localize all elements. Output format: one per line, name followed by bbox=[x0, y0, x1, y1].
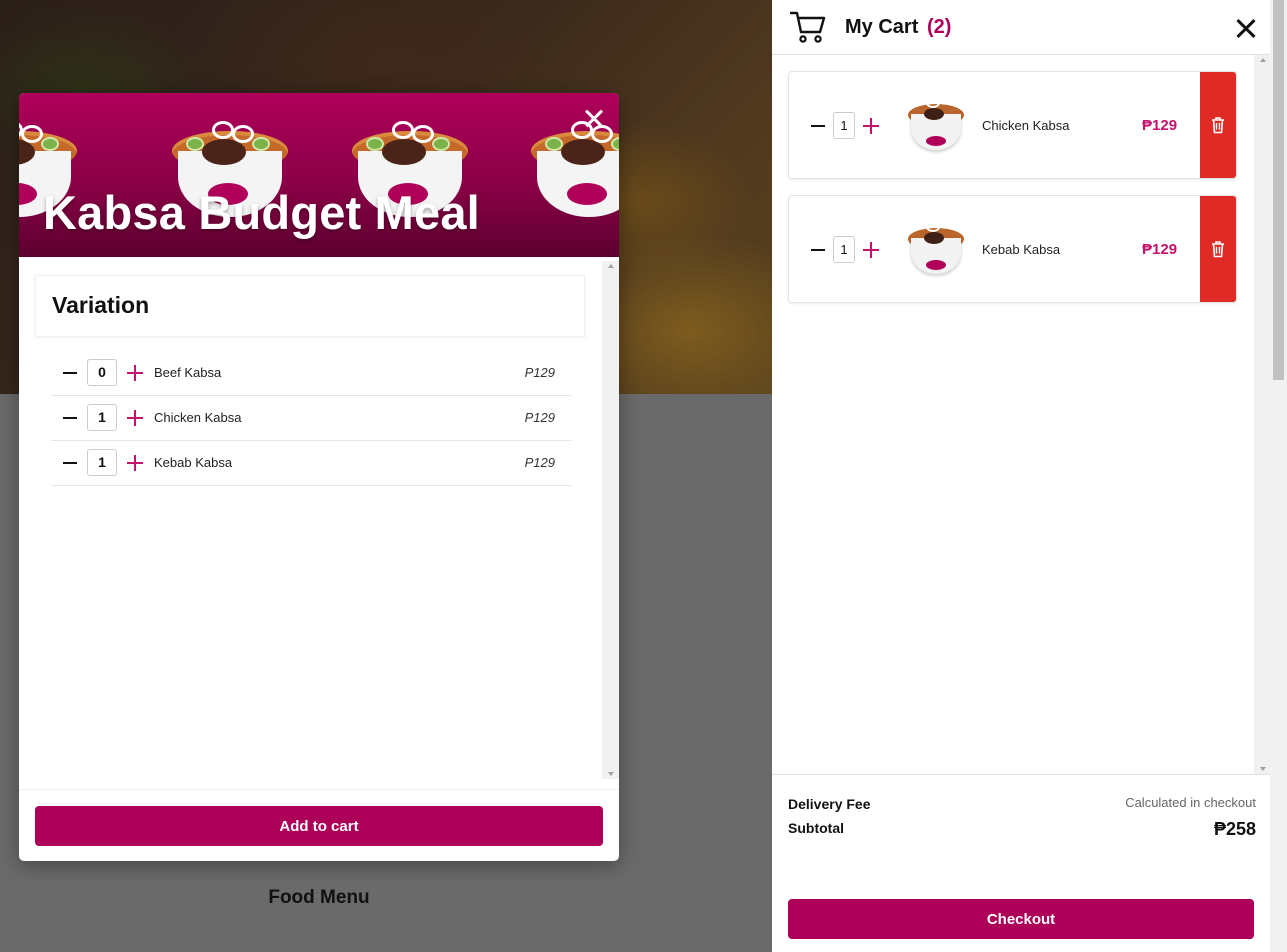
variation-title: Variation bbox=[52, 292, 150, 318]
modal-footer: Add to cart bbox=[19, 789, 619, 861]
cart-items-list: 1 Chicken Kabsa ₱129 1 Kebab Kabsa ₱129 bbox=[772, 55, 1272, 774]
cart-scrollbar[interactable] bbox=[1254, 55, 1271, 774]
variation-header: Variation bbox=[35, 275, 585, 337]
item-thumbnail bbox=[908, 222, 964, 276]
trash-icon bbox=[1212, 241, 1224, 258]
product-image bbox=[531, 121, 619, 221]
variation-panel: Variation 0 Beef Kabsa P129 1 Chicken Ka… bbox=[19, 257, 619, 779]
cart-item-price: ₱129 bbox=[1142, 117, 1178, 134]
scroll-up-icon[interactable] bbox=[1260, 58, 1266, 62]
variation-row: 0 Beef Kabsa P129 bbox=[51, 351, 571, 396]
cart-title: My Cart bbox=[845, 16, 919, 38]
cart-item-name: Chicken Kabsa bbox=[982, 118, 1070, 133]
variation-name: Chicken Kabsa bbox=[154, 410, 242, 425]
variation-name: Beef Kabsa bbox=[154, 365, 222, 380]
cart-summary: Delivery Fee Calculated in checkout Subt… bbox=[772, 774, 1272, 952]
minus-icon[interactable] bbox=[809, 117, 827, 135]
shopping-cart-icon bbox=[790, 11, 826, 43]
close-icon[interactable] bbox=[1236, 18, 1256, 38]
cart-item-name: Kebab Kabsa bbox=[982, 242, 1061, 257]
close-icon[interactable] bbox=[583, 107, 605, 129]
scroll-up-icon[interactable] bbox=[608, 264, 614, 268]
variation-price: P129 bbox=[524, 365, 555, 380]
cart-header: My Cart (2) bbox=[772, 0, 1272, 55]
cart-item-price: ₱129 bbox=[1142, 241, 1178, 258]
trash-icon bbox=[1212, 117, 1224, 134]
subtotal-value: ₱258 bbox=[1213, 819, 1256, 839]
food-menu-heading: Food Menu bbox=[268, 887, 370, 908]
product-modal: Kabsa Budget Meal Variation 0 Beef Kabsa… bbox=[19, 93, 619, 861]
cart-count-badge: (2) bbox=[927, 16, 952, 38]
delete-item-button[interactable] bbox=[1200, 196, 1236, 302]
modal-scrollbar[interactable] bbox=[602, 261, 619, 779]
variation-row: 1 Kebab Kabsa P129 bbox=[51, 441, 571, 486]
plus-icon[interactable] bbox=[126, 409, 144, 427]
cart-drawer: My Cart (2) 1 Chicken Kabsa ₱129 1 Kebab… bbox=[772, 0, 1272, 952]
quantity-field[interactable]: 1 bbox=[833, 236, 855, 263]
delivery-fee-value: Calculated in checkout bbox=[1125, 795, 1256, 810]
scroll-down-icon[interactable] bbox=[1260, 767, 1266, 771]
minus-icon[interactable] bbox=[61, 454, 79, 472]
plus-icon[interactable] bbox=[126, 454, 144, 472]
delivery-fee-label: Delivery Fee bbox=[788, 796, 871, 812]
variation-price: P129 bbox=[524, 410, 555, 425]
variation-price: P129 bbox=[524, 455, 555, 470]
cart-item: 1 Chicken Kabsa ₱129 bbox=[788, 71, 1237, 179]
subtotal-label: Subtotal bbox=[788, 820, 844, 836]
plus-icon[interactable] bbox=[862, 241, 880, 259]
add-to-cart-button[interactable]: Add to cart bbox=[35, 806, 603, 846]
variation-row: 1 Chicken Kabsa P129 bbox=[51, 396, 571, 441]
variation-name: Kebab Kabsa bbox=[154, 455, 233, 470]
page-scrollbar[interactable] bbox=[1270, 0, 1287, 952]
plus-icon[interactable] bbox=[862, 117, 880, 135]
minus-icon[interactable] bbox=[61, 409, 79, 427]
scroll-down-icon[interactable] bbox=[608, 772, 614, 776]
quantity-field[interactable]: 1 bbox=[87, 449, 117, 476]
plus-icon[interactable] bbox=[126, 364, 144, 382]
delete-item-button[interactable] bbox=[1200, 72, 1236, 178]
product-title: Kabsa Budget Meal bbox=[43, 186, 480, 239]
checkout-button[interactable]: Checkout bbox=[788, 899, 1254, 939]
product-banner: Kabsa Budget Meal bbox=[19, 93, 619, 257]
quantity-field[interactable]: 1 bbox=[833, 112, 855, 139]
minus-icon[interactable] bbox=[809, 241, 827, 259]
quantity-field[interactable]: 0 bbox=[87, 359, 117, 386]
minus-icon[interactable] bbox=[61, 364, 79, 382]
quantity-field[interactable]: 1 bbox=[87, 404, 117, 431]
cart-item: 1 Kebab Kabsa ₱129 bbox=[788, 195, 1237, 303]
scrollbar-thumb[interactable] bbox=[1273, 0, 1284, 380]
item-thumbnail bbox=[908, 98, 964, 152]
